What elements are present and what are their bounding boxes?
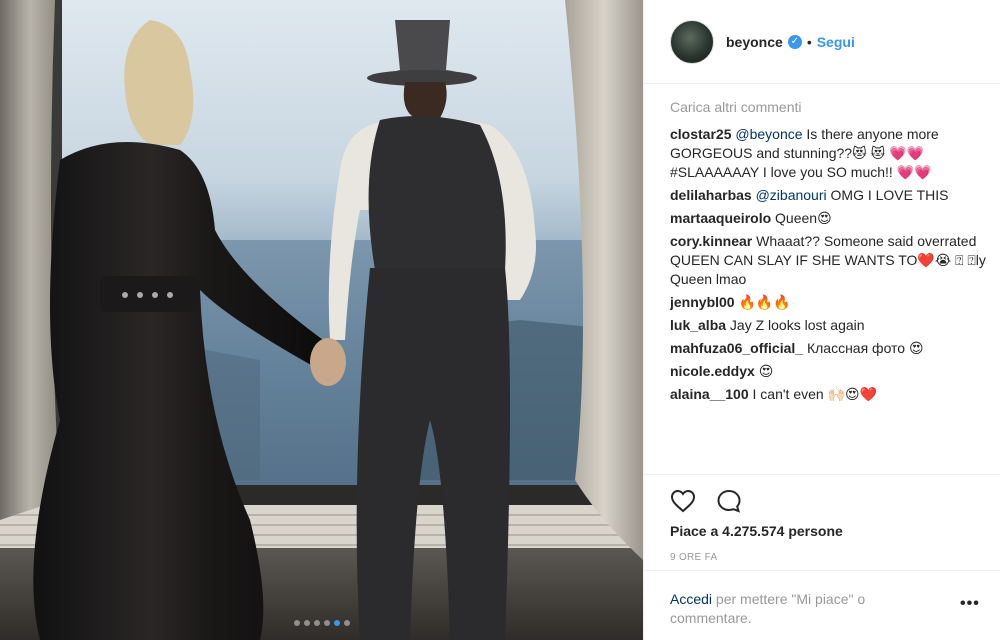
comment-text: I can't even 🙌🏻😍❤️ [752,386,878,402]
post-photo[interactable] [0,0,643,640]
more-options-button[interactable]: ••• [960,595,980,613]
comment-username[interactable]: luk_alba [670,317,726,333]
comment-item: martaaqueirolo Queen😍 [670,209,988,228]
comment-item: nicole.eddyx 😍 [670,362,988,381]
comment-text: 🔥🔥🔥 [738,294,791,310]
actions-bar: Piace a 4.275.574 persone 9 ORE FA [644,474,1000,563]
comment-username[interactable]: nicole.eddyx [670,363,755,379]
photo-image [0,0,643,640]
likes-count[interactable]: Piace a 4.275.574 persone [670,523,843,539]
comment-item: alaina__100 I can't even 🙌🏻😍❤️ [670,385,988,404]
login-link[interactable]: Accedi [670,591,712,607]
comment-text: 😍 [758,363,774,379]
carousel-dot[interactable] [333,620,340,626]
carousel-dot[interactable] [303,620,310,626]
comment-username[interactable]: alaina__100 [670,386,749,402]
post-header: beyonce ✓ • Segui [644,0,1000,84]
comment-text: Классная фото 😍 [806,340,924,356]
comment-mention[interactable]: @zibanouri [756,187,827,203]
heart-icon[interactable] [670,489,696,518]
follow-button[interactable]: Segui [817,34,855,50]
comment-username[interactable]: cory.kinnear [670,233,752,249]
comment-item: clostar25 @beyonce Is there anyone more … [670,125,988,182]
comment-item: mahfuza06_official_ Классная фото 😍 [670,339,988,358]
load-more-comments-button[interactable]: Carica altri commenti [670,98,988,116]
comment-text: Jay Z looks lost again [729,317,865,333]
comment-mention[interactable]: @beyonce [735,126,802,142]
comment-username[interactable]: jennybl00 [670,294,735,310]
comment-text: OMG I LOVE THIS [826,187,949,203]
comment-item: delilaharbas @zibanouri OMG I LOVE THIS [670,186,988,205]
comment-item: jennybl00 🔥🔥🔥 [670,293,988,312]
carousel-dot[interactable] [323,620,330,626]
comment-username[interactable]: martaaqueirolo [670,210,771,226]
comment-username[interactable]: mahfuza06_official_ [670,340,803,356]
comment-item: cory.kinnear Whaaat?? Someone said overr… [670,232,988,289]
username-link[interactable]: beyonce [726,34,783,50]
comment-item: luk_alba Jay Z looks lost again [670,316,988,335]
comment-text: Queen😍 [775,210,832,226]
verified-badge-icon: ✓ [787,34,802,49]
comment-icon[interactable] [716,489,742,518]
comment-username[interactable]: delilaharbas [670,187,752,203]
comment-list: Carica altri commenti clostar25 @beyonce… [670,98,988,470]
login-prompt: Accedi per mettere "Mi piace" o commenta… [644,570,1000,626]
carousel-dot[interactable] [313,620,320,626]
carousel-dot[interactable] [343,620,350,626]
carousel-dot[interactable] [293,620,300,626]
post-side-panel: beyonce ✓ • Segui Carica altri commenti … [643,0,1000,640]
carousel-indicator [0,620,643,626]
avatar[interactable] [670,19,714,64]
comment-username[interactable]: clostar25 [670,126,731,142]
separator-dot: • [806,33,812,50]
post-timestamp: 9 ORE FA [670,552,718,563]
